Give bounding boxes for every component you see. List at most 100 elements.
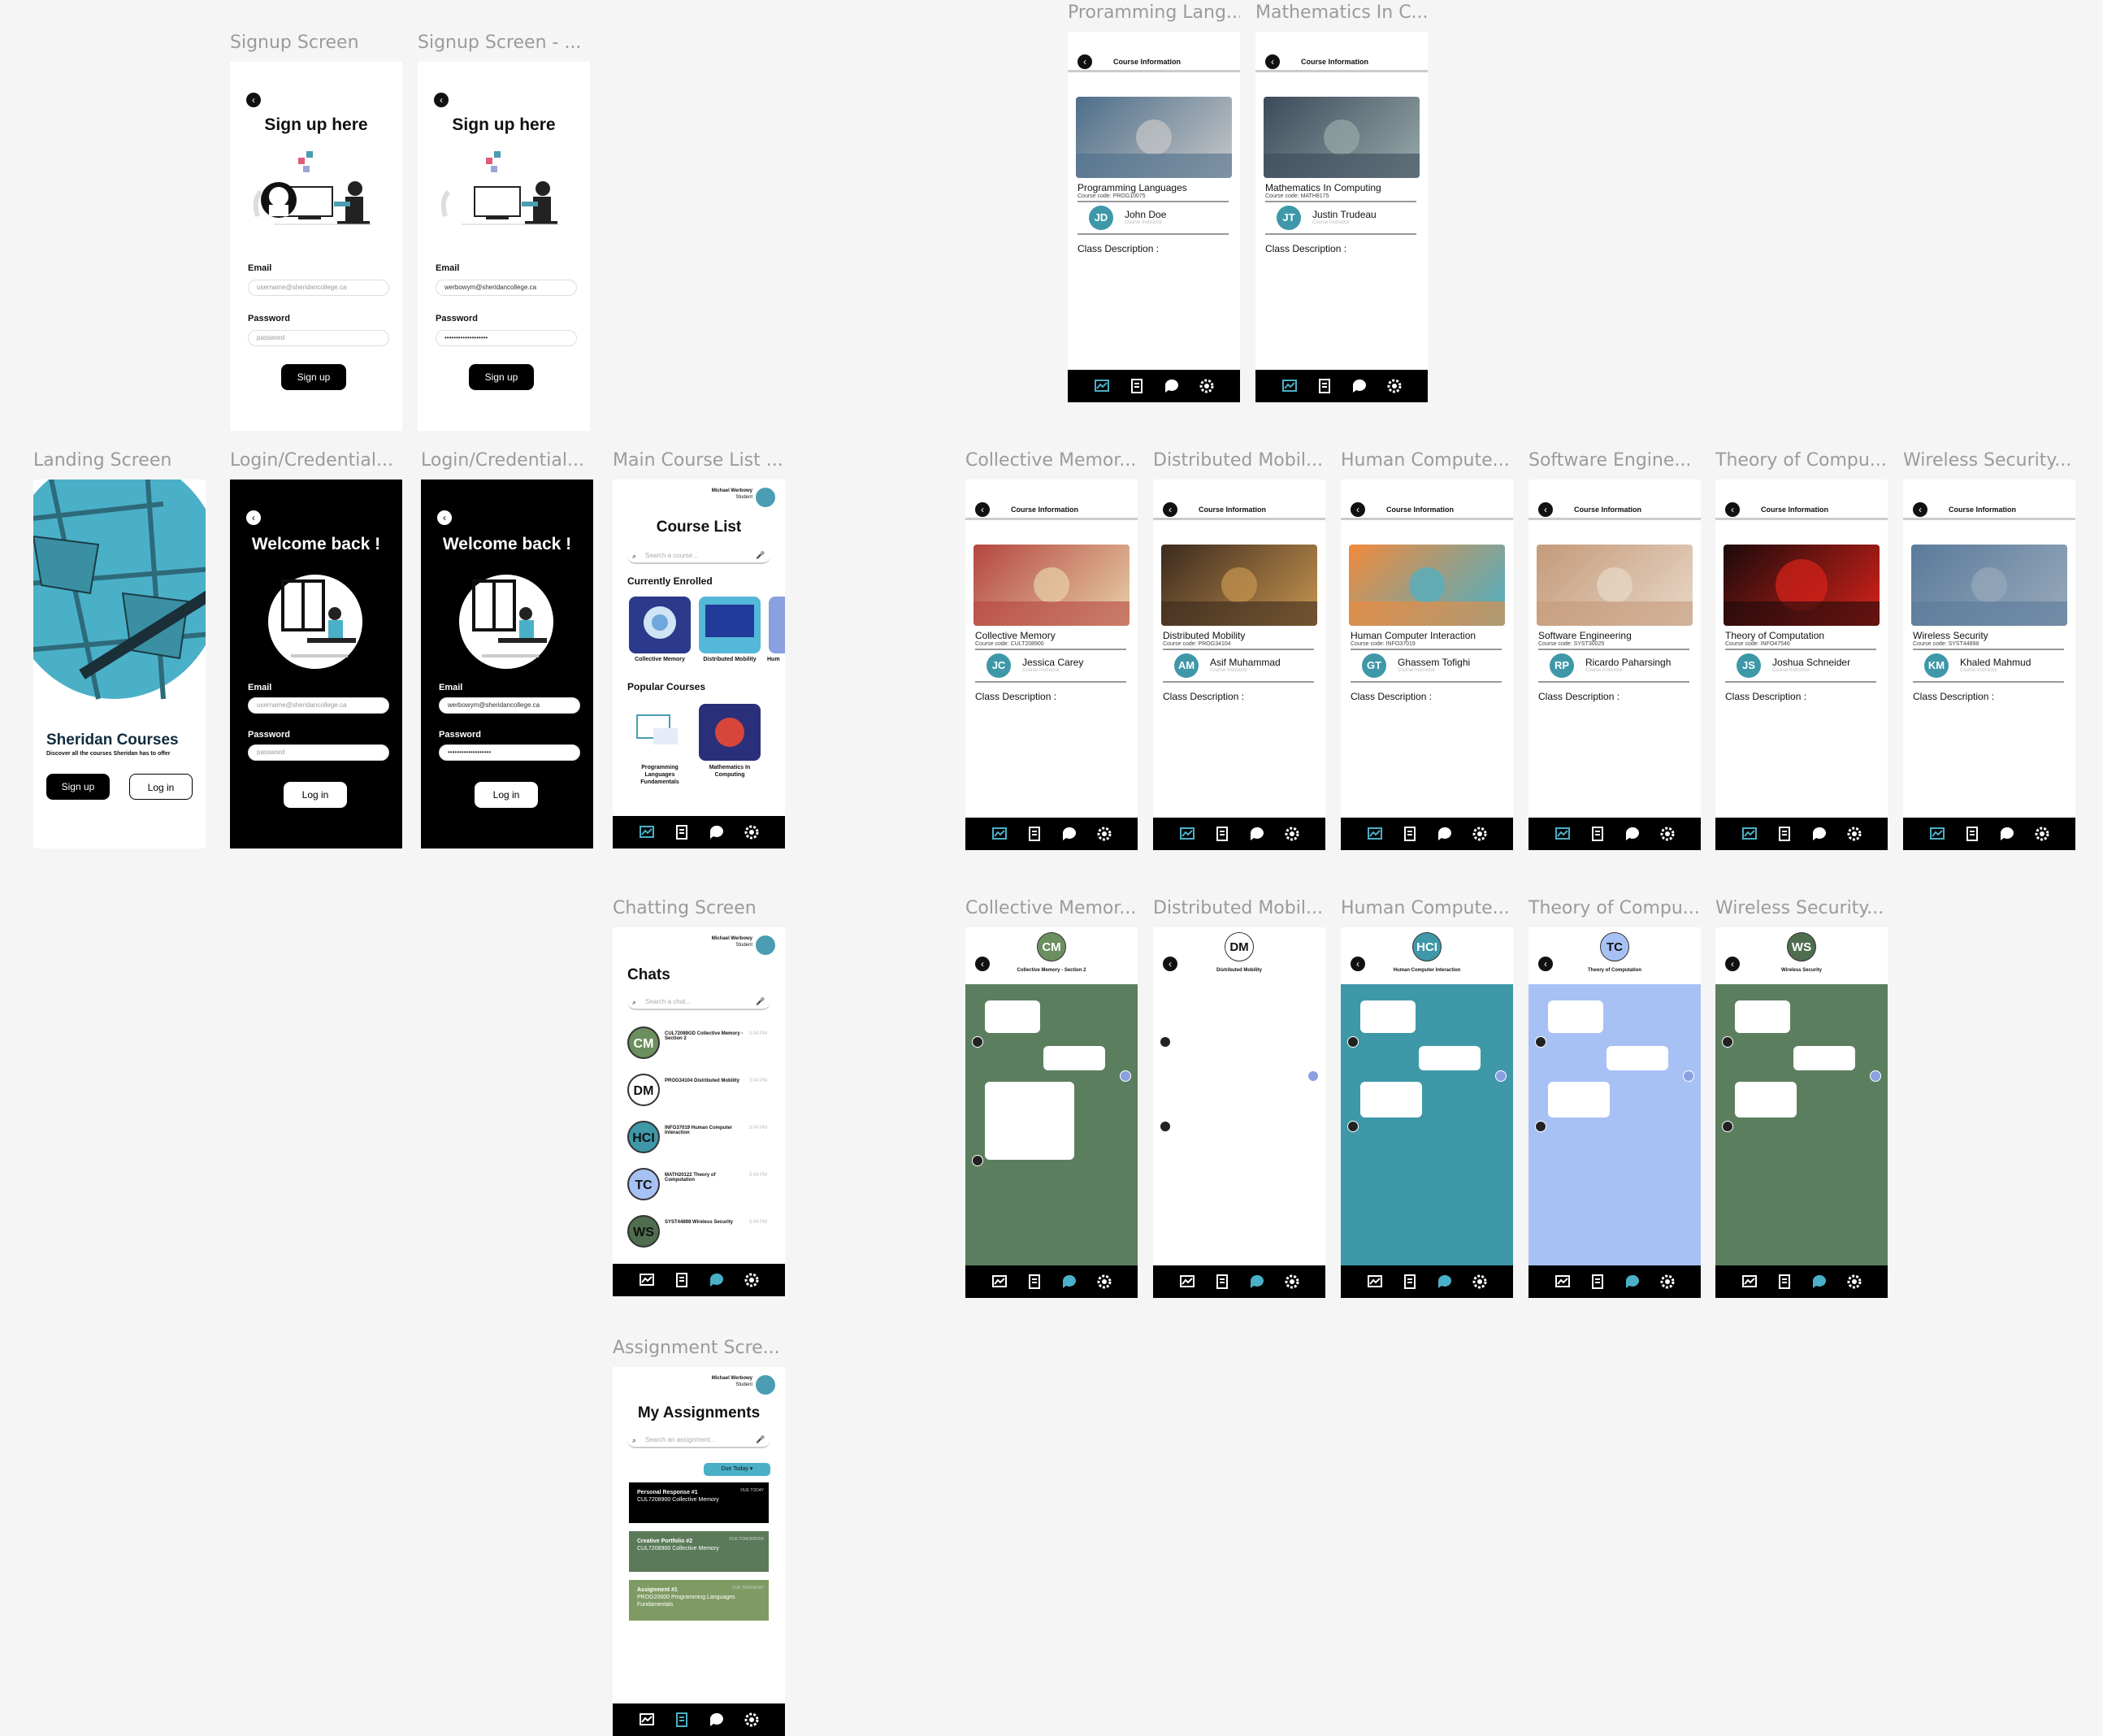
back-arrow-icon[interactable]: ‹ bbox=[975, 502, 990, 517]
course-thumb-hci[interactable] bbox=[769, 597, 785, 653]
back-arrow-icon[interactable]: ‹ bbox=[434, 93, 449, 107]
instructor-card[interactable]: RP Ricardo Paharsingh Course Instructor bbox=[1538, 649, 1689, 683]
back-arrow-icon[interactable]: ‹ bbox=[246, 510, 261, 525]
nav-chat-icon[interactable] bbox=[1061, 826, 1078, 842]
login-button[interactable]: Log in bbox=[129, 774, 193, 800]
assignment-card[interactable]: Assignment #1 PROG20000 Programming Langu… bbox=[629, 1580, 769, 1621]
nav-dashboard-icon[interactable] bbox=[1929, 826, 1945, 842]
microphone-icon[interactable]: 🎤 bbox=[756, 1435, 765, 1444]
nav-settings-icon[interactable] bbox=[1846, 1274, 1862, 1290]
avatar[interactable] bbox=[756, 488, 775, 507]
nav-assignment-icon[interactable] bbox=[1589, 1274, 1606, 1290]
chat-list-item[interactable]: CM CUL72089GD Collective Memory - Section… bbox=[627, 1023, 774, 1065]
nav-chat-icon[interactable] bbox=[1061, 1274, 1078, 1290]
nav-dashboard-icon[interactable] bbox=[1094, 378, 1110, 394]
nav-settings-icon[interactable] bbox=[2034, 826, 2050, 842]
signup-button[interactable]: Sign up bbox=[281, 364, 346, 390]
nav-chat-icon[interactable] bbox=[1624, 826, 1641, 842]
nav-chat-icon[interactable] bbox=[1624, 1274, 1641, 1290]
nav-assignment-icon[interactable] bbox=[1776, 1274, 1793, 1290]
instructor-card[interactable]: AM Asif Muhammad Course Instructor bbox=[1163, 649, 1314, 683]
nav-dashboard-icon[interactable] bbox=[1554, 1274, 1571, 1290]
nav-settings-icon[interactable] bbox=[744, 1272, 760, 1288]
nav-chat-icon[interactable] bbox=[1351, 378, 1368, 394]
avatar[interactable] bbox=[756, 935, 775, 955]
avatar[interactable] bbox=[756, 1375, 775, 1395]
nav-dashboard-icon[interactable] bbox=[1367, 1274, 1383, 1290]
course-thumb-collective-memory[interactable] bbox=[629, 597, 691, 653]
nav-dashboard-icon[interactable] bbox=[639, 1712, 655, 1728]
nav-settings-icon[interactable] bbox=[1659, 1274, 1676, 1290]
nav-settings-icon[interactable] bbox=[1199, 378, 1215, 394]
nav-assignment-icon[interactable] bbox=[1316, 378, 1333, 394]
nav-chat-icon[interactable] bbox=[1249, 826, 1265, 842]
nav-settings-icon[interactable] bbox=[1472, 1274, 1488, 1290]
course-thumb-distributed-mobility[interactable] bbox=[699, 597, 761, 653]
nav-chat-icon[interactable] bbox=[1999, 826, 2015, 842]
password-field[interactable]: ••••••••••••••••••• bbox=[439, 744, 580, 761]
nav-assignment-icon[interactable] bbox=[1129, 378, 1145, 394]
email-field[interactable]: werbowym@sheridancollege.ca bbox=[436, 280, 577, 296]
email-field[interactable]: username@sheridancollege.ca bbox=[248, 280, 389, 296]
chat-list-item[interactable]: HCI INFO37019 Human Computer Interaction 3… bbox=[627, 1118, 774, 1160]
nav-chat-icon[interactable] bbox=[1437, 1274, 1453, 1290]
instructor-card[interactable]: JC Jessica Carey Course Instructor bbox=[975, 649, 1126, 683]
nav-dashboard-icon[interactable] bbox=[1741, 826, 1758, 842]
signup-button[interactable]: Sign up bbox=[469, 364, 534, 390]
nav-chat-icon[interactable] bbox=[709, 1272, 725, 1288]
nav-assignment-icon[interactable] bbox=[674, 824, 690, 840]
course-thumb-programming[interactable] bbox=[629, 704, 691, 761]
instructor-card[interactable]: JD John Doe Course Instructor bbox=[1078, 201, 1229, 235]
nav-settings-icon[interactable] bbox=[1284, 1274, 1300, 1290]
chat-list-item[interactable]: DM PROG34104 Distributed Mobility 3:04 PM bbox=[627, 1070, 774, 1113]
chat-list-item[interactable]: TC MATH20122 Theory of Computation 3:04 PM bbox=[627, 1165, 774, 1207]
nav-settings-icon[interactable] bbox=[1386, 378, 1403, 394]
nav-dashboard-icon[interactable] bbox=[639, 824, 655, 840]
nav-chat-icon[interactable] bbox=[1811, 1274, 1828, 1290]
login-button[interactable]: Log in bbox=[475, 782, 538, 808]
nav-dashboard-icon[interactable] bbox=[991, 826, 1008, 842]
nav-assignment-icon[interactable] bbox=[1964, 826, 1980, 842]
nav-assignment-icon[interactable] bbox=[1026, 826, 1043, 842]
nav-chat-icon[interactable] bbox=[1164, 378, 1180, 394]
microphone-icon[interactable]: 🎤 bbox=[756, 551, 765, 560]
email-field[interactable]: username@sheridancollege.ca bbox=[248, 697, 389, 714]
password-field[interactable]: password bbox=[248, 330, 389, 346]
nav-dashboard-icon[interactable] bbox=[1741, 1274, 1758, 1290]
nav-settings-icon[interactable] bbox=[1096, 1274, 1112, 1290]
nav-chat-icon[interactable] bbox=[709, 824, 725, 840]
search-input[interactable]: Search a course... bbox=[627, 548, 770, 564]
nav-settings-icon[interactable] bbox=[1284, 826, 1300, 842]
back-arrow-icon[interactable]: ‹ bbox=[437, 510, 452, 525]
back-arrow-icon[interactable]: ‹ bbox=[246, 93, 261, 107]
search-input[interactable]: Search an assignment... bbox=[627, 1432, 770, 1448]
filter-dropdown[interactable]: Due Today ▾ bbox=[704, 1463, 770, 1476]
nav-chat-icon[interactable] bbox=[1437, 826, 1453, 842]
nav-assignment-icon[interactable] bbox=[1026, 1274, 1043, 1290]
nav-dashboard-icon[interactable] bbox=[639, 1272, 655, 1288]
nav-chat-icon[interactable] bbox=[1811, 826, 1828, 842]
assignment-card[interactable]: Personal Response #1 CUL7208900 Collectiv… bbox=[629, 1482, 769, 1523]
back-arrow-icon[interactable]: ‹ bbox=[1265, 54, 1280, 69]
nav-settings-icon[interactable] bbox=[1659, 826, 1676, 842]
email-field[interactable]: werbowym@sheridancollege.ca bbox=[439, 697, 580, 714]
nav-assignment-icon[interactable] bbox=[1402, 1274, 1418, 1290]
nav-assignment-icon[interactable] bbox=[1589, 826, 1606, 842]
nav-assignment-icon[interactable] bbox=[674, 1712, 690, 1728]
microphone-icon[interactable]: 🎤 bbox=[756, 997, 765, 1006]
back-arrow-icon[interactable]: ‹ bbox=[1538, 502, 1553, 517]
back-arrow-icon[interactable]: ‹ bbox=[1078, 54, 1092, 69]
nav-settings-icon[interactable] bbox=[1096, 826, 1112, 842]
nav-settings-icon[interactable] bbox=[744, 824, 760, 840]
nav-dashboard-icon[interactable] bbox=[1367, 826, 1383, 842]
chat-list-item[interactable]: WS SYST44898 Wireless Security 3:04 PM bbox=[627, 1212, 774, 1254]
nav-settings-icon[interactable] bbox=[744, 1712, 760, 1728]
back-arrow-icon[interactable]: ‹ bbox=[1725, 502, 1740, 517]
instructor-card[interactable]: JT Justin Trudeau Course Instructor bbox=[1265, 201, 1416, 235]
nav-chat-icon[interactable] bbox=[1249, 1274, 1265, 1290]
nav-assignment-icon[interactable] bbox=[1402, 826, 1418, 842]
back-arrow-icon[interactable]: ‹ bbox=[1163, 502, 1177, 517]
nav-dashboard-icon[interactable] bbox=[1554, 826, 1571, 842]
nav-assignment-icon[interactable] bbox=[674, 1272, 690, 1288]
nav-assignment-icon[interactable] bbox=[1214, 1274, 1230, 1290]
